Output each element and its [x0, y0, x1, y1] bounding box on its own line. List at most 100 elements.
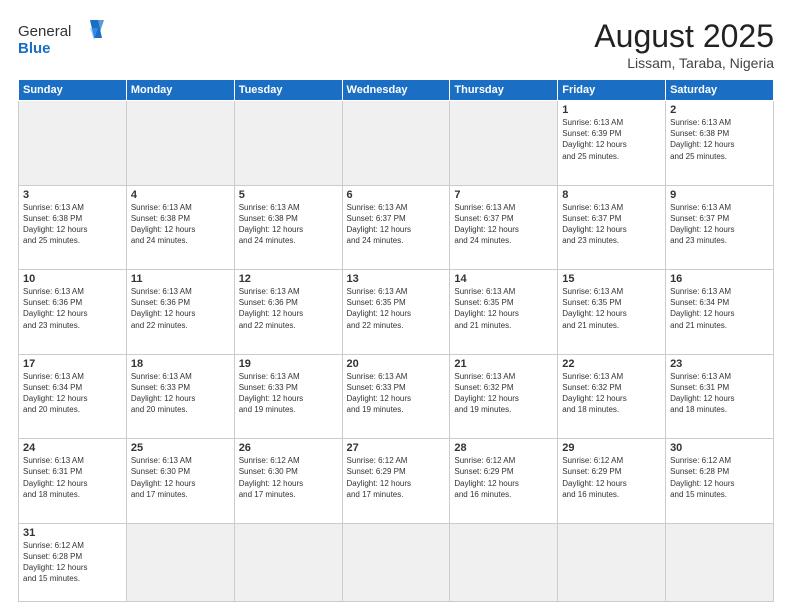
- day-info: Sunrise: 6:12 AMSunset: 6:28 PMDaylight:…: [670, 456, 734, 499]
- day-number: 17: [23, 358, 122, 370]
- day-info: Sunrise: 6:13 AMSunset: 6:31 PMDaylight:…: [670, 372, 734, 415]
- weekday-header-row: Sunday Monday Tuesday Wednesday Thursday…: [19, 80, 774, 101]
- day-info: Sunrise: 6:13 AMSunset: 6:31 PMDaylight:…: [23, 456, 87, 499]
- day-info: Sunrise: 6:13 AMSunset: 6:35 PMDaylight:…: [562, 287, 626, 330]
- day-number: 30: [670, 442, 769, 454]
- calendar-cell: 28 Sunrise: 6:12 AMSunset: 6:29 PMDaylig…: [450, 439, 558, 524]
- day-number: 7: [454, 189, 553, 201]
- day-number: 14: [454, 273, 553, 285]
- day-info: Sunrise: 6:13 AMSunset: 6:38 PMDaylight:…: [23, 203, 87, 246]
- calendar-cell: 26 Sunrise: 6:12 AMSunset: 6:30 PMDaylig…: [234, 439, 342, 524]
- day-info: Sunrise: 6:13 AMSunset: 6:36 PMDaylight:…: [131, 287, 195, 330]
- calendar-cell: 31 Sunrise: 6:12 AMSunset: 6:28 PMDaylig…: [19, 523, 127, 601]
- calendar-cell: 6 Sunrise: 6:13 AMSunset: 6:37 PMDayligh…: [342, 185, 450, 270]
- calendar-cell-empty: [234, 523, 342, 601]
- day-number: 11: [131, 273, 230, 285]
- day-number: 18: [131, 358, 230, 370]
- calendar-cell: 4 Sunrise: 6:13 AMSunset: 6:38 PMDayligh…: [126, 185, 234, 270]
- calendar-cell-empty: [342, 101, 450, 186]
- title-block: August 2025 Lissam, Taraba, Nigeria: [594, 18, 774, 71]
- day-number: 12: [239, 273, 338, 285]
- day-info: Sunrise: 6:13 AMSunset: 6:30 PMDaylight:…: [131, 456, 195, 499]
- logo-svg: General Blue: [18, 18, 108, 58]
- svg-text:Blue: Blue: [18, 40, 51, 57]
- day-number: 2: [670, 104, 769, 116]
- calendar-cell-empty: [126, 523, 234, 601]
- day-number: 31: [23, 527, 122, 539]
- header-tuesday: Tuesday: [234, 80, 342, 101]
- day-number: 19: [239, 358, 338, 370]
- calendar-cell: 25 Sunrise: 6:13 AMSunset: 6:30 PMDaylig…: [126, 439, 234, 524]
- header-thursday: Thursday: [450, 80, 558, 101]
- day-number: 28: [454, 442, 553, 454]
- calendar-cell-empty: [342, 523, 450, 601]
- logo: General Blue: [18, 18, 108, 58]
- calendar-cell-empty: [558, 523, 666, 601]
- day-number: 21: [454, 358, 553, 370]
- day-info: Sunrise: 6:13 AMSunset: 6:33 PMDaylight:…: [347, 372, 411, 415]
- calendar-cell: 23 Sunrise: 6:13 AMSunset: 6:31 PMDaylig…: [666, 354, 774, 439]
- day-info: Sunrise: 6:12 AMSunset: 6:29 PMDaylight:…: [562, 456, 626, 499]
- day-number: 10: [23, 273, 122, 285]
- day-info: Sunrise: 6:13 AMSunset: 6:36 PMDaylight:…: [23, 287, 87, 330]
- calendar-cell: 17 Sunrise: 6:13 AMSunset: 6:34 PMDaylig…: [19, 354, 127, 439]
- day-info: Sunrise: 6:13 AMSunset: 6:32 PMDaylight:…: [454, 372, 518, 415]
- calendar-cell: 19 Sunrise: 6:13 AMSunset: 6:33 PMDaylig…: [234, 354, 342, 439]
- calendar-cell-empty: [126, 101, 234, 186]
- calendar: Sunday Monday Tuesday Wednesday Thursday…: [18, 79, 774, 602]
- calendar-row: 1 Sunrise: 6:13 AMSunset: 6:39 PMDayligh…: [19, 101, 774, 186]
- month-year: August 2025: [594, 18, 774, 55]
- header: General Blue August 2025 Lissam, Taraba,…: [18, 18, 774, 71]
- day-info: Sunrise: 6:13 AMSunset: 6:33 PMDaylight:…: [131, 372, 195, 415]
- calendar-cell: 9 Sunrise: 6:13 AMSunset: 6:37 PMDayligh…: [666, 185, 774, 270]
- calendar-row: 24 Sunrise: 6:13 AMSunset: 6:31 PMDaylig…: [19, 439, 774, 524]
- header-monday: Monday: [126, 80, 234, 101]
- calendar-cell: 1 Sunrise: 6:13 AMSunset: 6:39 PMDayligh…: [558, 101, 666, 186]
- calendar-cell: 8 Sunrise: 6:13 AMSunset: 6:37 PMDayligh…: [558, 185, 666, 270]
- calendar-cell: 14 Sunrise: 6:13 AMSunset: 6:35 PMDaylig…: [450, 270, 558, 355]
- day-info: Sunrise: 6:13 AMSunset: 6:32 PMDaylight:…: [562, 372, 626, 415]
- day-number: 26: [239, 442, 338, 454]
- calendar-cell: 29 Sunrise: 6:12 AMSunset: 6:29 PMDaylig…: [558, 439, 666, 524]
- day-number: 9: [670, 189, 769, 201]
- calendar-row: 3 Sunrise: 6:13 AMSunset: 6:38 PMDayligh…: [19, 185, 774, 270]
- calendar-cell: 12 Sunrise: 6:13 AMSunset: 6:36 PMDaylig…: [234, 270, 342, 355]
- day-info: Sunrise: 6:12 AMSunset: 6:30 PMDaylight:…: [239, 456, 303, 499]
- location: Lissam, Taraba, Nigeria: [594, 55, 774, 71]
- calendar-cell-empty: [450, 101, 558, 186]
- calendar-cell: 24 Sunrise: 6:13 AMSunset: 6:31 PMDaylig…: [19, 439, 127, 524]
- day-info: Sunrise: 6:13 AMSunset: 6:37 PMDaylight:…: [670, 203, 734, 246]
- day-number: 25: [131, 442, 230, 454]
- day-number: 22: [562, 358, 661, 370]
- day-number: 27: [347, 442, 446, 454]
- day-info: Sunrise: 6:13 AMSunset: 6:37 PMDaylight:…: [347, 203, 411, 246]
- day-info: Sunrise: 6:13 AMSunset: 6:36 PMDaylight:…: [239, 287, 303, 330]
- day-info: Sunrise: 6:13 AMSunset: 6:39 PMDaylight:…: [562, 118, 626, 161]
- calendar-cell: 10 Sunrise: 6:13 AMSunset: 6:36 PMDaylig…: [19, 270, 127, 355]
- svg-text:General: General: [18, 23, 71, 40]
- header-sunday: Sunday: [19, 80, 127, 101]
- calendar-cell: 30 Sunrise: 6:12 AMSunset: 6:28 PMDaylig…: [666, 439, 774, 524]
- day-number: 29: [562, 442, 661, 454]
- day-number: 3: [23, 189, 122, 201]
- header-friday: Friday: [558, 80, 666, 101]
- day-number: 4: [131, 189, 230, 201]
- day-info: Sunrise: 6:13 AMSunset: 6:37 PMDaylight:…: [562, 203, 626, 246]
- calendar-cell-empty: [234, 101, 342, 186]
- calendar-cell-empty: [19, 101, 127, 186]
- day-number: 6: [347, 189, 446, 201]
- calendar-row: 10 Sunrise: 6:13 AMSunset: 6:36 PMDaylig…: [19, 270, 774, 355]
- calendar-cell: 18 Sunrise: 6:13 AMSunset: 6:33 PMDaylig…: [126, 354, 234, 439]
- calendar-row: 31 Sunrise: 6:12 AMSunset: 6:28 PMDaylig…: [19, 523, 774, 601]
- calendar-cell: 11 Sunrise: 6:13 AMSunset: 6:36 PMDaylig…: [126, 270, 234, 355]
- calendar-cell: 7 Sunrise: 6:13 AMSunset: 6:37 PMDayligh…: [450, 185, 558, 270]
- calendar-cell: 13 Sunrise: 6:13 AMSunset: 6:35 PMDaylig…: [342, 270, 450, 355]
- day-info: Sunrise: 6:13 AMSunset: 6:33 PMDaylight:…: [239, 372, 303, 415]
- day-info: Sunrise: 6:13 AMSunset: 6:34 PMDaylight:…: [670, 287, 734, 330]
- calendar-cell: 16 Sunrise: 6:13 AMSunset: 6:34 PMDaylig…: [666, 270, 774, 355]
- calendar-cell-empty: [666, 523, 774, 601]
- day-info: Sunrise: 6:12 AMSunset: 6:29 PMDaylight:…: [454, 456, 518, 499]
- day-info: Sunrise: 6:13 AMSunset: 6:38 PMDaylight:…: [239, 203, 303, 246]
- day-number: 15: [562, 273, 661, 285]
- calendar-cell: 2 Sunrise: 6:13 AMSunset: 6:38 PMDayligh…: [666, 101, 774, 186]
